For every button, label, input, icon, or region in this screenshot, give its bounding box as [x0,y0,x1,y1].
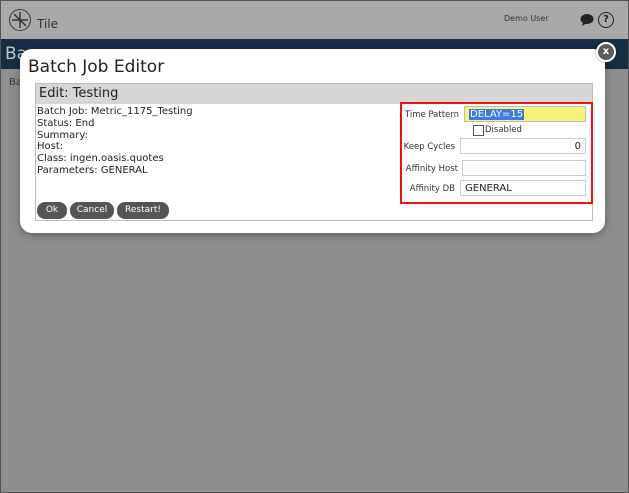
close-icon[interactable]: x [596,42,616,62]
chat-icon[interactable] [579,12,595,28]
ok-button[interactable]: Ok [37,202,67,219]
top-bar: Tile Demo User ? [1,1,628,39]
keep-cycles-input[interactable]: 0 [460,138,586,154]
restart-button[interactable]: Restart! [117,202,169,219]
job-info: Batch Job: Metric_1175_Testing Status: E… [37,106,193,177]
info-summary: Summary: [37,129,88,141]
info-parameters: Parameters: GENERAL [37,164,148,176]
time-pattern-value: DELAY=15 [469,109,525,120]
affinity-host-input[interactable] [462,160,586,176]
dialog-title: Batch Job Editor [28,57,165,77]
info-status: Status: End [37,117,95,129]
edit-panel: Edit: Testing Batch Job: Metric_1175_Tes… [35,83,593,221]
disabled-checkbox[interactable] [473,125,484,136]
app-frame: Tile Demo User ? Ba Ba Batch Job Editor … [0,0,629,493]
disabled-label: Disabled [485,125,522,135]
info-batch-job: Batch Job: Metric_1175_Testing [37,106,193,117]
time-pattern-input[interactable]: DELAY=15 [464,106,586,122]
affinity-db-label: Affinity DB [409,184,455,194]
app-title: Tile [37,17,59,31]
affinity-db-input[interactable]: GENERAL [460,180,586,196]
help-icon[interactable]: ? [598,12,614,28]
info-host: Host: [37,141,64,153]
batch-job-editor-dialog: Batch Job Editor Edit: Testing Batch Job… [20,49,605,233]
panel-header: Edit: Testing [36,84,592,104]
cancel-button[interactable]: Cancel [70,202,114,219]
panel-title: Edit: Testing [39,86,119,101]
time-pattern-label: Time Pattern [404,110,459,120]
affinity-host-label: Affinity Host [405,164,458,174]
tile-logo-icon[interactable] [9,9,31,31]
keep-cycles-label: Keep Cycles [403,142,455,152]
info-class: Class: ingen.oasis.quotes [37,153,164,165]
user-name[interactable]: Demo User [504,14,549,23]
